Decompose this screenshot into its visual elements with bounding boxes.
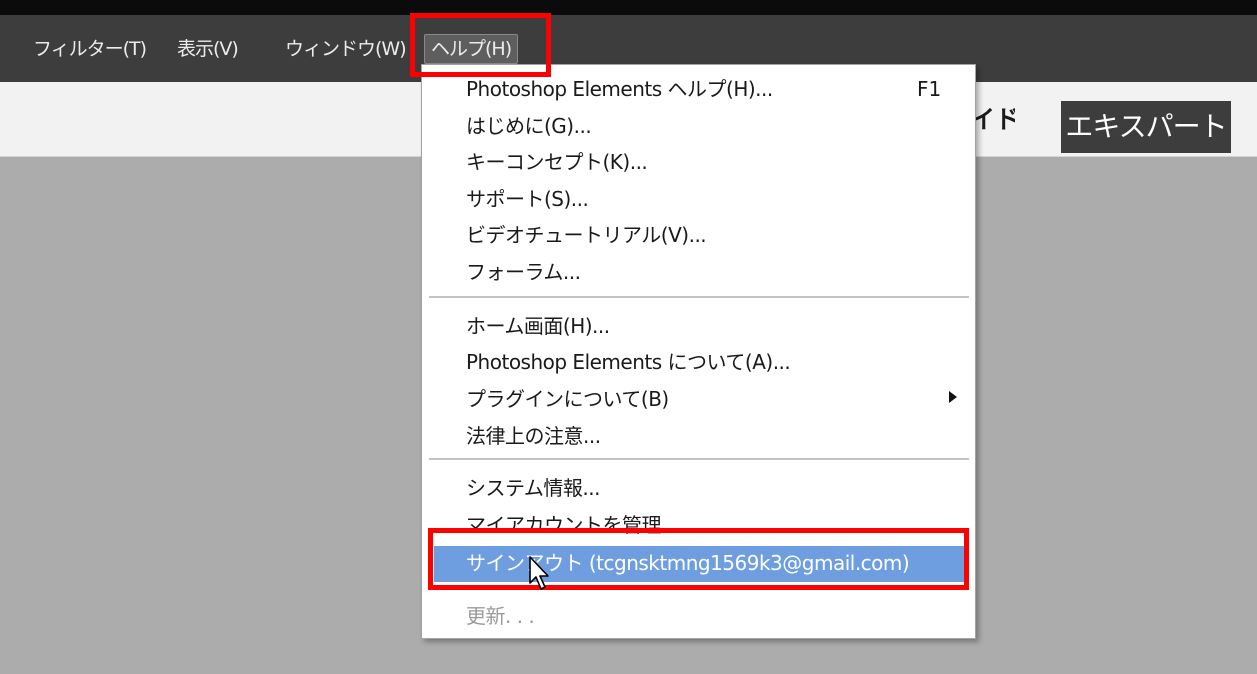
title-strip — [0, 0, 1257, 15]
menu-item-support[interactable]: サポート(S)... — [466, 182, 589, 216]
expert-mode-tab[interactable]: エキスパート — [1061, 101, 1231, 153]
menu-separator — [429, 458, 969, 460]
menu-item-key-concepts[interactable]: キーコンセプト(K)... — [466, 145, 648, 179]
menu-filter[interactable]: フィルター(T) — [33, 35, 147, 63]
menu-item-updates: 更新. . . — [466, 604, 535, 628]
menu-item-forums[interactable]: フォーラム... — [466, 255, 581, 289]
menu-item-system-info[interactable]: システム情報... — [466, 471, 600, 505]
menu-item-getting-started[interactable]: はじめに(G)... — [466, 109, 592, 143]
menu-window[interactable]: ウィンドウ(W) — [285, 35, 407, 63]
annotation-box-help-menu — [410, 13, 551, 77]
menu-view[interactable]: 表示(V) — [177, 35, 239, 63]
mouse-pointer-icon — [529, 556, 549, 590]
menu-item-about-plugins[interactable]: プラグインについて(B) — [466, 382, 669, 416]
submenu-arrow-icon — [949, 391, 957, 403]
shortcut-f1: F1 — [917, 77, 942, 101]
menu-separator — [429, 296, 969, 298]
annotation-box-sign-out — [428, 528, 969, 590]
menu-item-about[interactable]: Photoshop Elements について(A)... — [466, 345, 791, 379]
menu-item-home-screen[interactable]: ホーム画面(H)... — [466, 309, 610, 343]
guided-mode-tab[interactable]: イド — [970, 100, 1015, 136]
menu-item-legal-notices[interactable]: 法律上の注意... — [466, 419, 601, 453]
menu-item-video-tutorials[interactable]: ビデオチュートリアル(V)... — [466, 218, 707, 252]
menu-item-help[interactable]: Photoshop Elements ヘルプ(H)... — [466, 72, 773, 106]
